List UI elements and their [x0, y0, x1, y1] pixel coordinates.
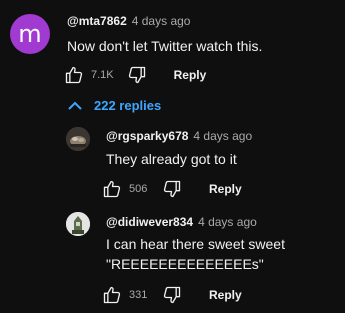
avatar-image — [66, 212, 90, 236]
comment-author[interactable]: @mta7862 — [67, 14, 127, 28]
comment-actions: 7.1K Reply — [63, 63, 206, 87]
reply-text: They already got to it — [106, 151, 237, 167]
reply-text-line: I can hear there sweet sweet — [106, 236, 285, 252]
thumbs-up-icon[interactable] — [101, 284, 123, 306]
avatar[interactable] — [66, 212, 90, 236]
reply-actions: 331 Reply — [101, 283, 242, 307]
like-count: 7.1K — [91, 69, 114, 81]
replies-toggle[interactable]: 222 replies — [68, 98, 161, 113]
comment-header: @mta7862 4 days ago — [67, 14, 190, 28]
reply-button[interactable]: Reply — [209, 182, 242, 196]
reply-time[interactable]: 4 days ago — [198, 215, 257, 229]
avatar-letter: m — [18, 20, 42, 48]
thumbs-down-icon[interactable] — [161, 178, 183, 200]
comment-thread: m @mta7862 4 days ago Now don't let Twitt… — [0, 0, 345, 313]
reply-header: @didiwever834 4 days ago — [106, 215, 257, 229]
thumbs-up-icon[interactable] — [63, 64, 85, 86]
avatar-image — [66, 127, 90, 151]
reply-actions: 506 Reply — [101, 177, 242, 201]
reply-time[interactable]: 4 days ago — [193, 129, 252, 143]
avatar[interactable]: m — [10, 14, 50, 54]
chevron-up-icon — [68, 101, 82, 111]
comment-time[interactable]: 4 days ago — [132, 14, 191, 28]
reply-button[interactable]: Reply — [209, 288, 242, 302]
thumbs-down-icon[interactable] — [126, 64, 148, 86]
reply-author[interactable]: @rgsparky678 — [106, 129, 188, 143]
reply-header: @rgsparky678 4 days ago — [106, 129, 252, 143]
replies-count-label: 222 replies — [94, 98, 162, 113]
like-count: 331 — [129, 289, 148, 301]
thumbs-up-icon[interactable] — [101, 178, 123, 200]
comment-text: Now don't let Twitter watch this. — [67, 38, 263, 54]
avatar[interactable] — [66, 127, 90, 151]
thumbs-down-icon[interactable] — [161, 284, 183, 306]
like-count: 506 — [129, 183, 148, 195]
reply-author[interactable]: @didiwever834 — [106, 215, 193, 229]
reply-button[interactable]: Reply — [174, 68, 207, 82]
reply-text-line: "REEEEEEEEEEEEEEs" — [106, 256, 264, 272]
